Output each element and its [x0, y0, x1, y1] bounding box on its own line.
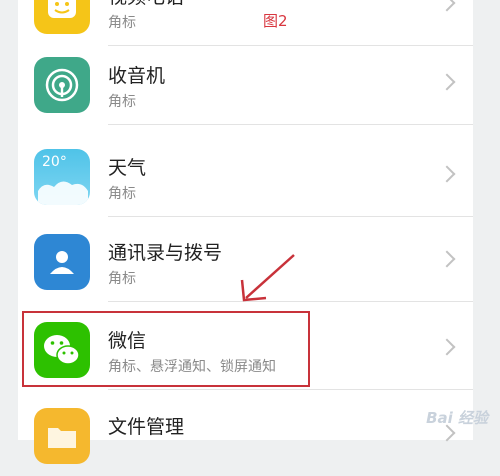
chevron-right-icon [438, 73, 456, 91]
app-row-file-manager[interactable]: 文件管理 [18, 396, 473, 476]
divider [108, 389, 473, 390]
highlight-box [22, 311, 310, 387]
chevron-right-icon [438, 338, 456, 356]
contacts-icon [34, 234, 90, 290]
app-row-weather[interactable]: 20° 天气 角标 [18, 137, 473, 217]
chevron-right-icon [438, 165, 456, 183]
app-name: 天气 [108, 157, 147, 179]
figure-label: 图2 [263, 12, 288, 30]
folder-icon [34, 408, 90, 464]
radio-icon [34, 57, 90, 113]
app-notification-types: 角标 [108, 15, 136, 31]
app-row-radio[interactable]: 收音机 角标 [18, 45, 473, 125]
arrow-annotation [240, 254, 295, 302]
divider [108, 216, 473, 217]
video-call-icon [34, 0, 90, 34]
baidu-jingyan-watermark: Bai 经验 [426, 409, 488, 427]
app-name: 通讯录与拨号 [108, 242, 223, 264]
app-name: 视频电话 [108, 0, 184, 9]
app-row-video-call[interactable]: 视频电话 角标 [18, 0, 473, 46]
app-notification-types: 角标 [108, 271, 136, 287]
weather-icon: 20° [34, 149, 90, 205]
app-name: 文件管理 [108, 416, 185, 438]
app-notification-types: 角标 [108, 186, 136, 202]
divider [108, 124, 473, 125]
chevron-right-icon [438, 0, 456, 12]
app-name: 收音机 [108, 65, 166, 87]
app-notification-types: 角标 [108, 94, 136, 110]
chevron-right-icon [438, 250, 456, 268]
